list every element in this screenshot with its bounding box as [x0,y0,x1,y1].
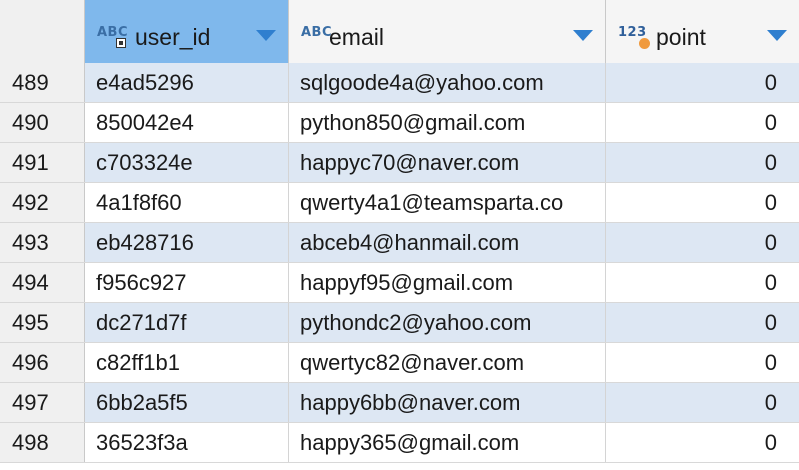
email-cell[interactable]: qwerty4a1@teamsparta.co [289,183,606,222]
column-label: email [329,24,384,50]
chevron-down-icon[interactable] [767,30,787,41]
row-number-cell[interactable]: 494 [0,263,85,302]
table-row[interactable]: 495 dc271d7f pythondc2@yahoo.com 0 [0,303,799,343]
point-cell[interactable]: 0 [606,383,799,422]
point-cell[interactable]: 0 [606,143,799,182]
row-number-cell[interactable]: 491 [0,143,85,182]
column-header-user-id[interactable]: ABC user_id [85,0,289,63]
key-icon [116,38,126,48]
email-cell[interactable]: happy6bb@naver.com [289,383,606,422]
email-cell[interactable]: happyc70@naver.com [289,143,606,182]
row-number-cell[interactable]: 490 [0,103,85,142]
email-cell[interactable]: happyf95@gmail.com [289,263,606,302]
email-cell[interactable]: pythondc2@yahoo.com [289,303,606,342]
chevron-down-icon[interactable] [256,30,276,41]
point-cell[interactable]: 0 [606,263,799,302]
user-id-cell[interactable]: f956c927 [85,263,289,302]
point-cell[interactable]: 0 [606,343,799,382]
row-number-cell[interactable]: 493 [0,223,85,262]
table-row[interactable]: 490 850042e4 python850@gmail.com 0 [0,103,799,143]
status-dot-icon [639,38,650,49]
row-number-cell[interactable]: 489 [0,63,85,102]
point-cell[interactable]: 0 [606,103,799,142]
chevron-down-icon[interactable] [573,30,593,41]
table-row[interactable]: 491 c703324e happyc70@naver.com 0 [0,143,799,183]
email-cell[interactable]: abceb4@hanmail.com [289,223,606,262]
point-cell[interactable]: 0 [606,303,799,342]
user-id-cell[interactable]: 36523f3a [85,423,289,462]
table-row[interactable]: 494 f956c927 happyf95@gmail.com 0 [0,263,799,303]
row-number-header[interactable] [0,0,85,63]
grid-body: 489 e4ad5296 sqlgoode4a@yahoo.com 0 490 85004… [0,63,799,463]
column-label: point [656,24,706,50]
user-id-cell[interactable]: 4a1f8f60 [85,183,289,222]
user-id-cell[interactable]: c82ff1b1 [85,343,289,382]
user-id-cell[interactable]: eb428716 [85,223,289,262]
grid-header: ABC user_id ABC email 123 point [0,0,799,63]
user-id-cell[interactable]: e4ad5296 [85,63,289,102]
text-type-icon: ABC [301,25,333,40]
point-cell[interactable]: 0 [606,183,799,222]
row-number-cell[interactable]: 495 [0,303,85,342]
column-label: user_id [135,24,211,50]
point-cell[interactable]: 0 [606,223,799,262]
email-cell[interactable]: qwertyc82@naver.com [289,343,606,382]
row-number-cell[interactable]: 496 [0,343,85,382]
point-cell[interactable]: 0 [606,63,799,102]
table-row[interactable]: 498 36523f3a happy365@gmail.com 0 [0,423,799,463]
email-cell[interactable]: python850@gmail.com [289,103,606,142]
row-number-cell[interactable]: 498 [0,423,85,462]
email-cell[interactable]: happy365@gmail.com [289,423,606,462]
column-header-email[interactable]: ABC email [289,0,606,63]
user-id-cell[interactable]: dc271d7f [85,303,289,342]
results-grid: ABC user_id ABC email 123 point 489 e4ad5… [0,0,799,470]
user-id-cell[interactable]: c703324e [85,143,289,182]
email-cell[interactable]: sqlgoode4a@yahoo.com [289,63,606,102]
column-header-point[interactable]: 123 point [606,0,799,63]
table-row[interactable]: 489 e4ad5296 sqlgoode4a@yahoo.com 0 [0,63,799,103]
point-cell[interactable]: 0 [606,423,799,462]
table-row[interactable]: 496 c82ff1b1 qwertyc82@naver.com 0 [0,343,799,383]
table-row[interactable]: 493 eb428716 abceb4@hanmail.com 0 [0,223,799,263]
row-number-cell[interactable]: 492 [0,183,85,222]
row-number-cell[interactable]: 497 [0,383,85,422]
table-row[interactable]: 497 6bb2a5f5 happy6bb@naver.com 0 [0,383,799,423]
user-id-cell[interactable]: 6bb2a5f5 [85,383,289,422]
table-row[interactable]: 492 4a1f8f60 qwerty4a1@teamsparta.co 0 [0,183,799,223]
user-id-cell[interactable]: 850042e4 [85,103,289,142]
